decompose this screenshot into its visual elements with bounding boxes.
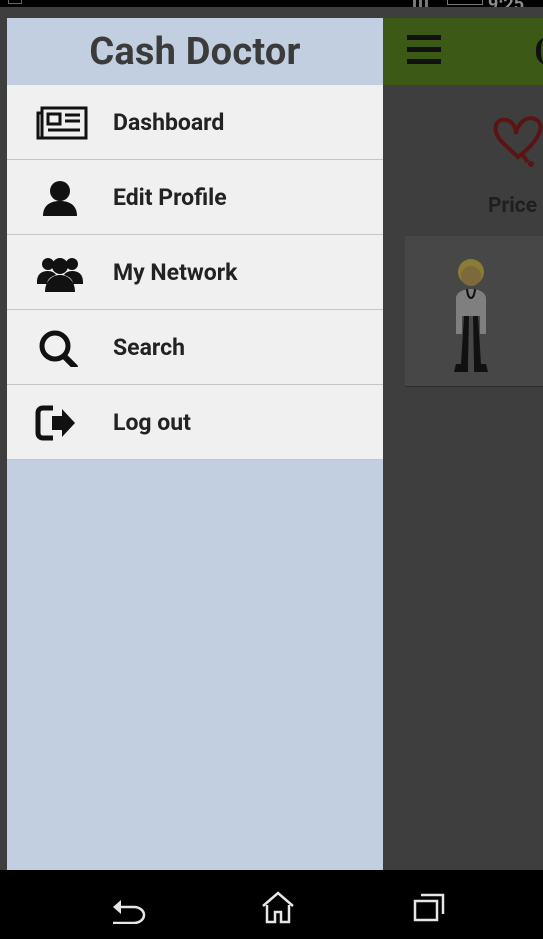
navigation-bar bbox=[0, 870, 543, 939]
app-price-label: Price bbox=[488, 194, 538, 218]
home-icon[interactable] bbox=[259, 890, 297, 924]
drawer-header: Cash Doctor bbox=[7, 18, 383, 85]
signal-icon bbox=[413, 0, 431, 7]
recent-apps-icon[interactable] bbox=[409, 890, 447, 924]
menu-item-log-out[interactable]: Log out bbox=[7, 385, 383, 460]
menu-item-dashboard[interactable]: Dashboard bbox=[7, 85, 383, 160]
menu-item-label: Dashboard bbox=[113, 109, 225, 136]
user-icon bbox=[43, 181, 77, 216]
menu-item-label: My Network bbox=[113, 259, 238, 286]
hamburger-menu-icon[interactable] bbox=[407, 35, 441, 65]
drawer-menu: Dashboard Edit Profile My Network Search… bbox=[7, 85, 383, 460]
stethoscope-heart-icon bbox=[493, 116, 543, 167]
newspaper-icon bbox=[36, 106, 88, 140]
menu-item-label: Edit Profile bbox=[113, 184, 227, 211]
drawer-title: Cash Doctor bbox=[89, 29, 301, 74]
menu-item-search[interactable]: Search bbox=[7, 310, 383, 385]
menu-item-edit-profile[interactable]: Edit Profile bbox=[7, 160, 383, 235]
doctor-illustration bbox=[454, 259, 488, 372]
search-icon bbox=[39, 330, 78, 367]
menu-item-label: Search bbox=[113, 334, 185, 361]
users-icon bbox=[37, 258, 83, 292]
notification-icon bbox=[8, 0, 22, 4]
status-bar: 9:25 bbox=[0, 0, 543, 15]
back-icon[interactable] bbox=[110, 890, 148, 924]
navigation-drawer: Cash Doctor Dashboard Edit Profile My Ne… bbox=[7, 18, 383, 870]
battery-icon bbox=[447, 0, 483, 5]
menu-item-label: Log out bbox=[113, 409, 191, 436]
menu-item-my-network[interactable]: My Network bbox=[7, 235, 383, 310]
sign-out-icon bbox=[35, 405, 75, 441]
